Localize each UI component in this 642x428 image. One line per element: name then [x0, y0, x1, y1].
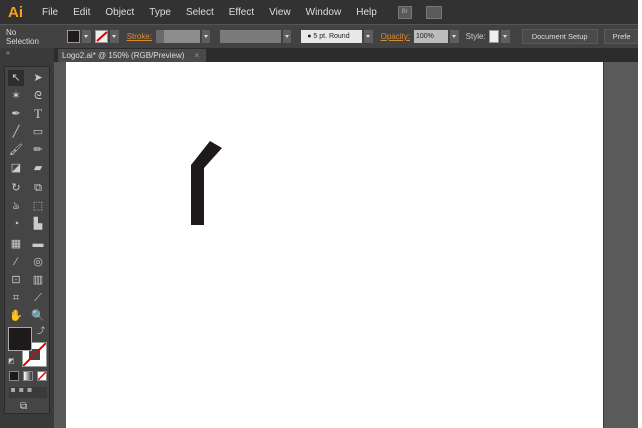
blend-tool-icon[interactable]: ◎: [30, 254, 46, 270]
stroke-weight-field[interactable]: [163, 30, 200, 43]
artboard-tool-icon[interactable]: ⌗: [8, 290, 24, 306]
opacity-label[interactable]: Opacity:: [381, 32, 410, 41]
profile-dropdown[interactable]: [282, 30, 292, 43]
brush-definition[interactable]: ● 5 pt. Round: [301, 30, 363, 43]
rectangle-tool-icon[interactable]: ▭: [30, 124, 46, 140]
color-mode-icon[interactable]: [9, 371, 19, 381]
shape-builder-tool-icon[interactable]: ◔: [8, 216, 24, 232]
fill-color-box[interactable]: [8, 327, 32, 351]
default-colors-icon[interactable]: ◩: [8, 357, 15, 365]
opacity-field[interactable]: 100%: [413, 30, 449, 43]
column-graph-tool-icon[interactable]: ▥: [30, 272, 46, 288]
direct-selection-tool-icon[interactable]: ➤: [30, 70, 46, 86]
eraser-tool-icon[interactable]: ▰: [30, 160, 46, 176]
warp-tool-icon[interactable]: ঌ: [8, 198, 24, 214]
style-label: Style:: [465, 32, 486, 41]
free-transform-tool-icon[interactable]: ⬚: [30, 198, 46, 214]
app-logo: Ai: [8, 3, 23, 21]
screen-mode-icon[interactable]: ⧉: [20, 401, 27, 412]
artwork: [191, 141, 222, 225]
menu-select[interactable]: Select: [186, 7, 214, 18]
menu-type[interactable]: Type: [149, 7, 171, 18]
preferences-button[interactable]: Prefe: [603, 29, 642, 44]
collapse-panel-icon[interactable]: «: [6, 50, 10, 57]
menu-bar: Ai File Edit Object Type Select Effect V…: [0, 0, 642, 24]
artboard-canvas[interactable]: [66, 62, 603, 428]
control-bar: No Selection Stroke: ● 5 pt. Round Opaci…: [0, 24, 642, 48]
rotate-tool-icon[interactable]: ↻: [8, 180, 24, 196]
menu-effect[interactable]: Effect: [229, 7, 254, 18]
pasteboard-area: [603, 62, 638, 428]
eyedropper-tool-icon[interactable]: ⁄: [8, 254, 24, 270]
stroke-weight-dropdown[interactable]: [201, 30, 211, 43]
stroke-swatch[interactable]: [94, 30, 109, 43]
close-tab-icon[interactable]: ×: [194, 51, 199, 60]
stroke-weight-stepper[interactable]: [156, 30, 164, 43]
swap-colors-icon[interactable]: ⤴: [37, 325, 45, 336]
brush-dropdown[interactable]: [364, 30, 373, 43]
tab-title: Logo2.ai* @ 150% (RGB/Preview): [62, 51, 185, 60]
logo-stroke-shape[interactable]: [191, 141, 222, 225]
stroke-dropdown[interactable]: [110, 30, 119, 43]
bridge-button[interactable]: Br: [397, 5, 412, 19]
menu-file[interactable]: File: [42, 7, 58, 18]
menu-view[interactable]: View: [269, 7, 291, 18]
blob-brush-tool-icon[interactable]: ◪: [8, 160, 24, 176]
window-edge: [638, 0, 642, 428]
style-dropdown[interactable]: [501, 30, 510, 43]
paintbrush-tool-icon[interactable]: 🖌: [8, 142, 24, 158]
pen-tool-icon[interactable]: ✒: [8, 106, 24, 122]
brush-label: 5 pt. Round: [313, 33, 350, 40]
lasso-tool-icon[interactable]: ᘓ: [30, 88, 46, 104]
drawing-modes-icon[interactable]: ◙◙◙: [9, 387, 47, 398]
none-mode-icon[interactable]: [37, 371, 47, 381]
gradient-tool-icon[interactable]: ▬: [30, 236, 46, 252]
opacity-dropdown[interactable]: [450, 30, 459, 43]
canvas-gutter: [54, 62, 66, 428]
type-tool-icon[interactable]: T: [30, 106, 46, 122]
variable-width-profile[interactable]: [220, 30, 281, 43]
menu-edit[interactable]: Edit: [73, 7, 90, 18]
fill-swatch[interactable]: [66, 30, 81, 43]
pencil-tool-icon[interactable]: ✏: [30, 142, 46, 158]
menu-help[interactable]: Help: [356, 7, 377, 18]
stroke-label[interactable]: Stroke:: [127, 32, 152, 41]
document-setup-button[interactable]: Document Setup: [521, 29, 598, 44]
scale-tool-icon[interactable]: ⧉: [30, 180, 46, 196]
magic-wand-tool-icon[interactable]: ✶: [8, 88, 24, 104]
gradient-mode-icon[interactable]: [23, 371, 33, 381]
selection-status: No Selection: [6, 27, 39, 46]
hand-tool-icon[interactable]: ✋: [8, 308, 24, 324]
fill-dropdown[interactable]: [82, 30, 91, 43]
document-tab-bar: Logo2.ai* @ 150% (RGB/Preview) ×: [0, 48, 642, 62]
selection-tool-icon[interactable]: ↖: [8, 70, 24, 86]
menu-object[interactable]: Object: [105, 7, 134, 18]
mesh-tool-icon[interactable]: ▦: [8, 236, 24, 252]
perspective-grid-tool-icon[interactable]: ▙: [30, 216, 46, 232]
menu-window[interactable]: Window: [306, 7, 342, 18]
line-tool-icon[interactable]: ╱: [8, 124, 24, 140]
document-tab[interactable]: Logo2.ai* @ 150% (RGB/Preview) ×: [58, 49, 206, 62]
zoom-tool-icon[interactable]: 🔍: [30, 308, 46, 324]
symbol-sprayer-tool-icon[interactable]: ⊡: [8, 272, 24, 288]
slice-tool-icon[interactable]: ⟋: [30, 290, 46, 306]
toolbox: ↖ ➤ ✶ ᘓ ✒ T ╱ ▭ 🖌 ✏ ◪ ▰ ↻ ⧉ ঌ ⬚ ◔ ▙ ▦ ▬ …: [4, 66, 50, 414]
style-swatch[interactable]: [488, 30, 500, 43]
arrange-documents-icon[interactable]: [425, 5, 442, 19]
